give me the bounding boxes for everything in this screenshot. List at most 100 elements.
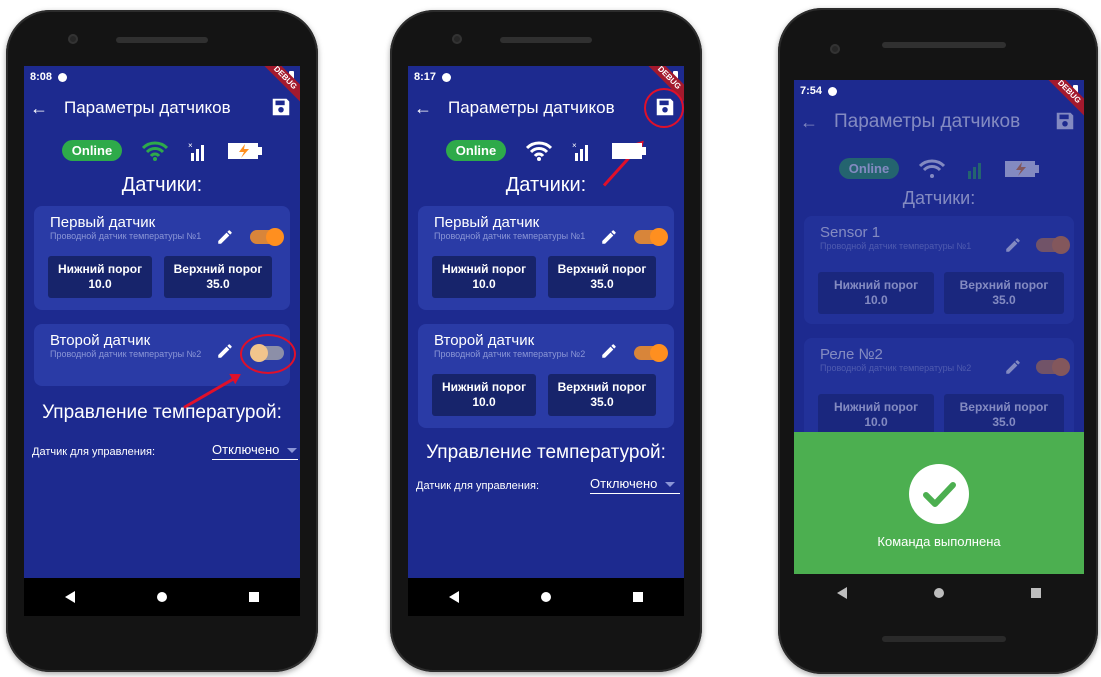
- sensor-card-2: Реле №2 Проводной датчик температуры №2 …: [804, 338, 1074, 446]
- pencil-icon[interactable]: [600, 228, 618, 246]
- signal-icon: ×: [572, 141, 589, 161]
- speaker-grille: [500, 37, 592, 43]
- dropdown-value: Отключено: [590, 476, 658, 491]
- back-arrow-icon[interactable]: ←: [24, 98, 54, 119]
- high-threshold-box[interactable]: Верхний порог 35.0: [164, 256, 272, 298]
- nav-recent-icon[interactable]: [1030, 588, 1041, 598]
- front-camera: [68, 34, 78, 44]
- sensor-description: Проводной датчик температуры №1: [820, 241, 972, 251]
- dropdown-arrow-icon: [287, 448, 298, 454]
- save-icon[interactable]: [1054, 110, 1076, 132]
- phone-2: 8:17 DEBUG ← Параметры датчиков Online ×…: [390, 10, 702, 672]
- wifi-icon: [526, 141, 553, 161]
- sensor-toggle[interactable]: [1036, 236, 1070, 254]
- connection-status-row: Online ×: [24, 140, 300, 161]
- sensors-title: Датчики:: [121, 174, 203, 196]
- sensor-toggle[interactable]: [634, 228, 668, 246]
- nav-home-icon[interactable]: [541, 592, 551, 602]
- high-threshold-label: Верхний порог: [173, 262, 263, 276]
- low-threshold-label: Нижний порог: [833, 278, 919, 292]
- low-threshold-box[interactable]: Нижний порог 10.0: [818, 394, 934, 436]
- pencil-icon[interactable]: [216, 342, 234, 360]
- sensor-name: Второй датчик: [50, 332, 151, 349]
- control-dropdown[interactable]: Отключено: [212, 442, 298, 460]
- app-bar: ← Параметры датчиков: [408, 88, 684, 128]
- control-title: Управление температурой:: [42, 402, 282, 423]
- sensor-card-1: Первый датчик Проводной датчик температу…: [418, 206, 674, 310]
- low-threshold-box[interactable]: Нижний порог 10.0: [48, 256, 152, 298]
- nav-bar: [24, 578, 300, 616]
- nav-back-icon[interactable]: [837, 587, 848, 599]
- sensor-toggle[interactable]: [250, 228, 284, 246]
- low-threshold-value: 10.0: [864, 293, 888, 307]
- control-title: Управление температурой:: [426, 442, 666, 463]
- low-threshold-box[interactable]: Нижний порог 10.0: [432, 374, 536, 416]
- pencil-icon[interactable]: [1004, 236, 1022, 254]
- high-threshold-value: 35.0: [590, 395, 614, 409]
- status-bar: 8:17 DEBUG: [408, 66, 684, 105]
- wifi-icon: [919, 159, 946, 178]
- sensor-card-2: Второй датчик Проводной датчик температу…: [418, 324, 674, 428]
- battery-charging-icon: [1005, 160, 1040, 177]
- sensors-title: Датчики:: [505, 174, 587, 196]
- nav-back-icon[interactable]: [65, 591, 75, 603]
- high-threshold-box[interactable]: Верхний порог 35.0: [944, 394, 1064, 436]
- sensor-toggle[interactable]: [634, 344, 668, 362]
- status-time: 8:08: [30, 71, 53, 83]
- high-threshold-label: Верхний порог: [557, 380, 647, 394]
- low-threshold-box[interactable]: Нижний порог 10.0: [432, 256, 536, 298]
- front-camera: [830, 44, 840, 54]
- status-bar: 7:54 DEBUG: [794, 80, 1084, 119]
- low-threshold-value: 10.0: [864, 415, 888, 429]
- nav-back-icon[interactable]: [449, 591, 459, 603]
- nav-bar: [408, 578, 684, 616]
- sensor-card-1: Первый датчик Проводной датчик температу…: [34, 206, 290, 310]
- sensor-card-1: Sensor 1 Проводной датчик температуры №1…: [804, 216, 1074, 324]
- back-arrow-icon[interactable]: ←: [408, 98, 438, 119]
- sensor-name: Sensor 1: [820, 224, 881, 241]
- sensor-name: Первый датчик: [434, 214, 540, 231]
- status-bar: 8:08 DEBUG: [24, 66, 300, 105]
- sensors-title: Датчики:: [902, 188, 976, 208]
- high-threshold-label: Верхний порог: [959, 278, 1049, 292]
- high-threshold-box[interactable]: Верхний порог 35.0: [548, 374, 656, 416]
- page-title: Параметры датчиков: [448, 98, 615, 117]
- signal-icon: [968, 162, 982, 179]
- battery-charging-icon: [228, 142, 263, 159]
- sensor-toggle[interactable]: [1036, 358, 1070, 376]
- high-threshold-box[interactable]: Верхний порог 35.0: [548, 256, 656, 298]
- high-threshold-box[interactable]: Верхний порог 35.0: [944, 272, 1064, 314]
- nav-recent-icon[interactable]: [249, 592, 259, 602]
- svg-text:×: ×: [572, 141, 577, 150]
- online-badge: Online: [445, 140, 507, 161]
- pencil-icon[interactable]: [1004, 358, 1022, 376]
- low-threshold-box[interactable]: Нижний порог 10.0: [818, 272, 934, 314]
- screen: 8:08 DEBUG ← Параметры датчиков Online ×…: [24, 66, 300, 616]
- save-icon[interactable]: [270, 96, 292, 118]
- online-badge: Online: [61, 140, 123, 161]
- high-threshold-value: 35.0: [992, 415, 1016, 429]
- nav-home-icon[interactable]: [157, 592, 167, 602]
- sensor-description: Проводной датчик температуры №1: [434, 231, 586, 241]
- sensor-description: Проводной датчик температуры №2: [820, 363, 972, 373]
- highlight-circle: [644, 88, 684, 128]
- control-label: Датчик для управления:: [416, 480, 540, 492]
- low-threshold-value: 10.0: [88, 277, 112, 291]
- low-threshold-label: Нижний порог: [57, 262, 143, 276]
- back-arrow-icon[interactable]: ←: [794, 112, 824, 133]
- pencil-icon[interactable]: [600, 342, 618, 360]
- pencil-icon[interactable]: [216, 228, 234, 246]
- nav-recent-icon[interactable]: [633, 592, 643, 602]
- status-time: 8:17: [414, 71, 437, 83]
- notification-icon: [58, 72, 68, 82]
- low-threshold-label: Нижний порог: [441, 262, 527, 276]
- low-threshold-label: Нижний порог: [833, 400, 919, 414]
- signal-icon: ×: [188, 141, 205, 161]
- low-threshold-value: 10.0: [472, 395, 496, 409]
- high-threshold-value: 35.0: [590, 277, 614, 291]
- nav-home-icon[interactable]: [933, 588, 944, 598]
- bottom-speaker: [882, 636, 1006, 642]
- phone-3: 7:54 DEBUG ← Параметры датчиков Online Д…: [778, 8, 1098, 674]
- control-dropdown[interactable]: Отключено: [590, 476, 680, 494]
- notification-icon: [442, 72, 452, 82]
